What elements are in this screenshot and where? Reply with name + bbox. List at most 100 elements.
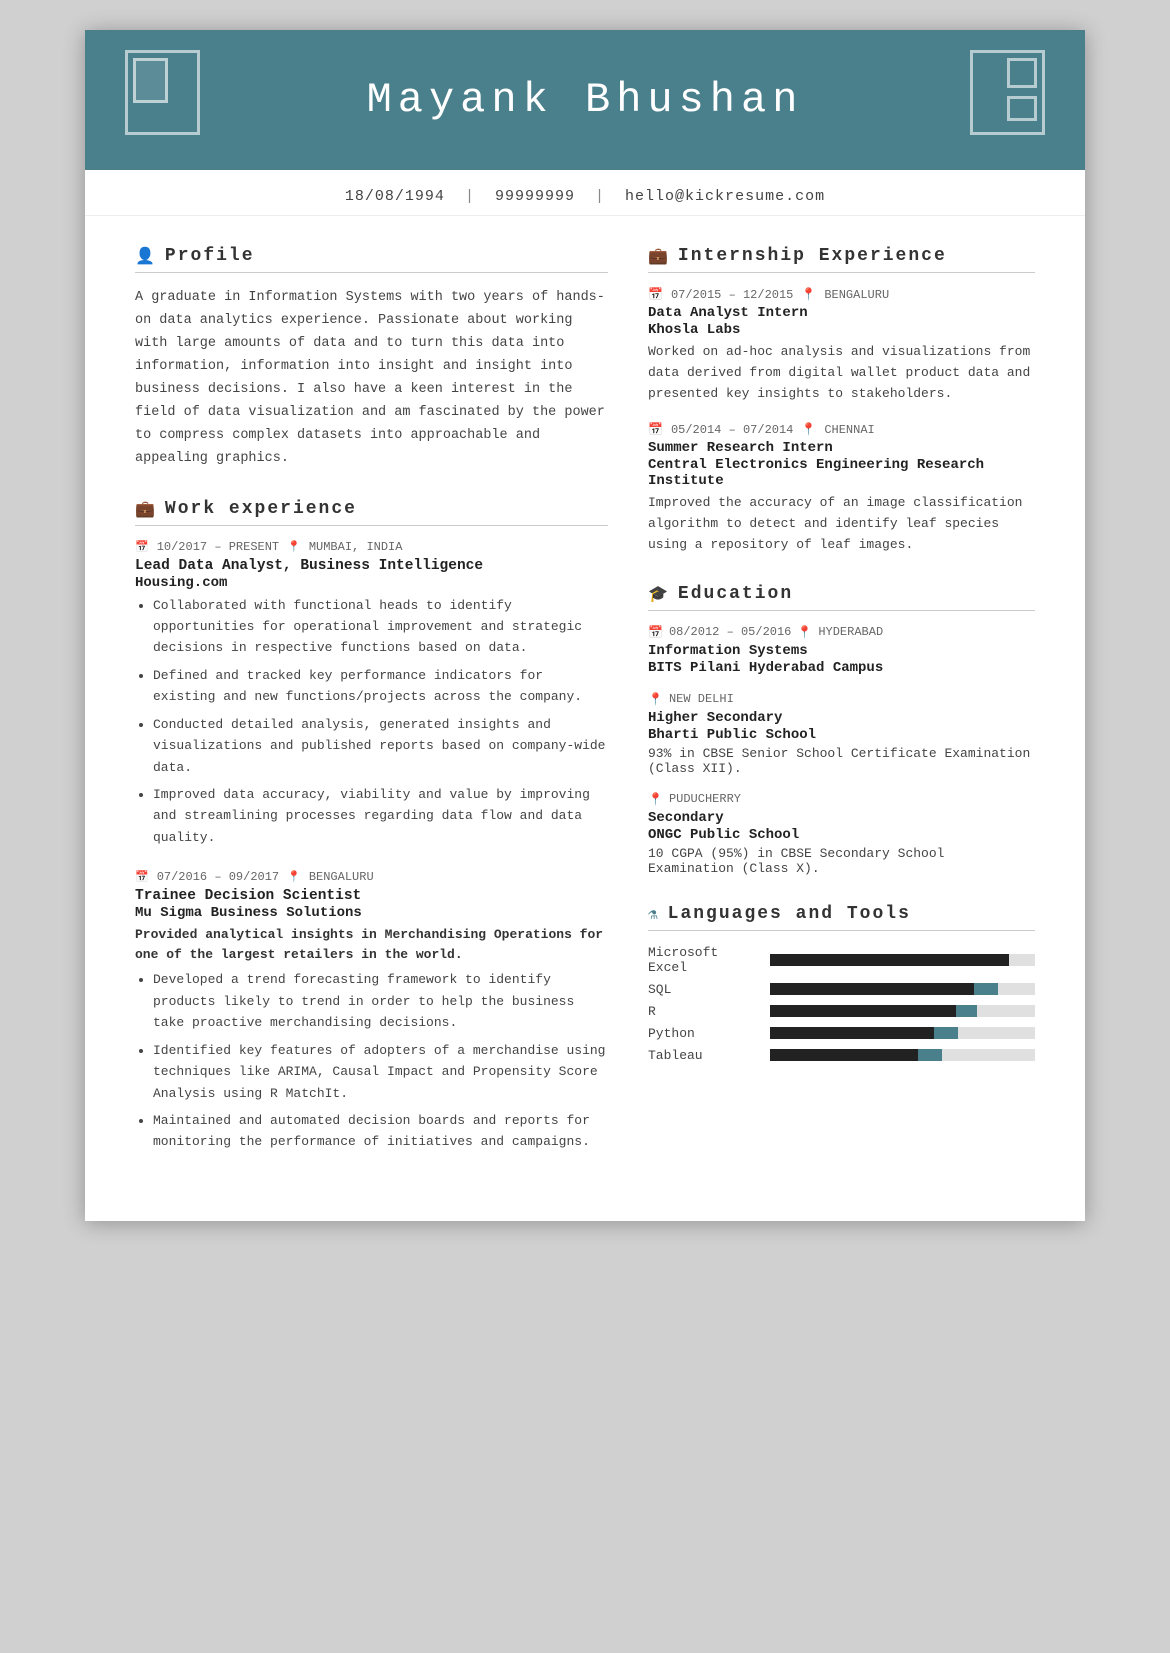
resume-header: Mayank Bhushan bbox=[85, 30, 1085, 170]
job-1-title: Lead Data Analyst, Business Intelligence bbox=[135, 558, 608, 574]
work-experience-section: 💼 Work experience 📅 10/2017 – PRESENT 📍 … bbox=[135, 499, 608, 1153]
profile-section-label: Profile bbox=[165, 246, 255, 266]
skills-section-header: ⚗ Languages and Tools bbox=[648, 904, 1035, 931]
calendar-icon-int1: 📅 bbox=[648, 287, 663, 302]
job-2-bullet-2: Identified key features of adopters of a… bbox=[153, 1040, 608, 1104]
edu-1-location: HYDERABAD bbox=[818, 625, 883, 639]
skill-tableau-accent bbox=[918, 1049, 942, 1061]
skill-sql: SQL bbox=[648, 982, 1035, 997]
skill-python-name: Python bbox=[648, 1026, 758, 1041]
calendar-icon-int2: 📅 bbox=[648, 422, 663, 437]
skill-excel-fill bbox=[770, 954, 1009, 966]
edu-3-location: PUDUCHERRY bbox=[669, 792, 741, 806]
location-icon-1: 📍 bbox=[287, 540, 301, 554]
skills-icon: ⚗ bbox=[648, 904, 660, 924]
skill-r: R bbox=[648, 1004, 1035, 1019]
internship-1-org: Khosla Labs bbox=[648, 322, 1035, 338]
work-icon: 💼 bbox=[135, 499, 157, 519]
job-1-meta: 📅 10/2017 – PRESENT 📍 MUMBAI, INDIA bbox=[135, 540, 608, 554]
internship-1-location: BENGALURU bbox=[824, 288, 889, 302]
edu-1-school: BITS Pilani Hyderabad Campus bbox=[648, 660, 1035, 676]
location-icon-edu2: 📍 bbox=[648, 692, 663, 707]
job-2-location: BENGALURU bbox=[309, 870, 374, 884]
skills-section-label: Languages and Tools bbox=[668, 904, 911, 924]
job-2-date: 07/2016 – 09/2017 bbox=[157, 870, 279, 884]
internship-1: 📅 07/2015 – 12/2015 📍 BENGALURU Data Ana… bbox=[648, 287, 1035, 404]
skill-excel-name: Microsoft Excel bbox=[648, 945, 758, 975]
skill-tableau-fill bbox=[770, 1049, 918, 1061]
edu-3-school: ONGC Public School bbox=[648, 827, 1035, 843]
skill-tableau: Tableau bbox=[648, 1048, 1035, 1063]
separator2: | bbox=[595, 188, 605, 205]
internship-2-meta: 📅 05/2014 – 07/2014 📍 CHENNAI bbox=[648, 422, 1035, 437]
edu-2-location: NEW DELHI bbox=[669, 692, 734, 706]
internship-section-label: Internship Experience bbox=[678, 246, 947, 266]
internship-2-location: CHENNAI bbox=[824, 423, 874, 437]
skill-sql-bar bbox=[770, 983, 1035, 995]
job-1-company: Housing.com bbox=[135, 575, 608, 591]
job-2-desc-bold: Provided analytical insights in Merchand… bbox=[135, 925, 608, 964]
job-1-bullet-3: Conducted detailed analysis, generated i… bbox=[153, 714, 608, 778]
skill-r-fill bbox=[770, 1005, 956, 1017]
job-2-bullet-3: Maintained and automated decision boards… bbox=[153, 1110, 608, 1153]
job-1-date: 10/2017 – PRESENT bbox=[157, 540, 279, 554]
internship-1-meta: 📅 07/2015 – 12/2015 📍 BENGALURU bbox=[648, 287, 1035, 302]
internship-2: 📅 05/2014 – 07/2014 📍 CHENNAI Summer Res… bbox=[648, 422, 1035, 555]
edu-3: 📍 PUDUCHERRY Secondary ONGC Public Schoo… bbox=[648, 792, 1035, 876]
location-icon-int1: 📍 bbox=[801, 287, 816, 302]
internship-section: 💼 Internship Experience 📅 07/2015 – 12/2… bbox=[648, 246, 1035, 556]
edu-1-date: 08/2012 – 05/2016 bbox=[669, 625, 791, 639]
education-section: 🎓 Education 📅 08/2012 – 05/2016 📍 HYDERA… bbox=[648, 584, 1035, 876]
skill-sql-name: SQL bbox=[648, 982, 758, 997]
work-section-header: 💼 Work experience bbox=[135, 499, 608, 526]
job-1-bullet-4: Improved data accuracy, viability and va… bbox=[153, 784, 608, 848]
skill-excel: Microsoft Excel bbox=[648, 945, 1035, 975]
internship-icon: 💼 bbox=[648, 246, 670, 266]
location-icon-2: 📍 bbox=[287, 870, 301, 884]
separator1: | bbox=[465, 188, 475, 205]
internship-2-title: Summer Research Intern bbox=[648, 440, 1035, 456]
internship-2-desc: Improved the accuracy of an image classi… bbox=[648, 493, 1035, 555]
skills-section: ⚗ Languages and Tools Microsoft Excel SQ… bbox=[648, 904, 1035, 1063]
candidate-name: Mayank Bhushan bbox=[367, 76, 804, 124]
skill-python-accent bbox=[934, 1027, 958, 1039]
contact-bar: 18/08/1994 | 99999999 | hello@kickresume… bbox=[85, 170, 1085, 216]
edu-2-meta: 📍 NEW DELHI bbox=[648, 692, 1035, 707]
internship-section-header: 💼 Internship Experience bbox=[648, 246, 1035, 273]
job-2-company: Mu Sigma Business Solutions bbox=[135, 905, 608, 921]
job-1-bullet-1: Collaborated with functional heads to id… bbox=[153, 595, 608, 659]
skill-tableau-bar bbox=[770, 1049, 1035, 1061]
skill-r-name: R bbox=[648, 1004, 758, 1019]
profile-icon: 👤 bbox=[135, 246, 157, 266]
job-2-bullet-1: Developed a trend forecasting framework … bbox=[153, 969, 608, 1033]
internship-2-org: Central Electronics Engineering Research… bbox=[648, 457, 1035, 489]
edu-1: 📅 08/2012 – 05/2016 📍 HYDERABAD Informat… bbox=[648, 625, 1035, 676]
job-2-title: Trainee Decision Scientist bbox=[135, 888, 608, 904]
profile-section-header: 👤 Profile bbox=[135, 246, 608, 273]
skill-python-bar bbox=[770, 1027, 1035, 1039]
job-1-bullet-2: Defined and tracked key performance indi… bbox=[153, 665, 608, 708]
job-1-location: MUMBAI, INDIA bbox=[309, 540, 403, 554]
edu-3-degree: Secondary bbox=[648, 810, 1035, 826]
internship-1-title: Data Analyst Intern bbox=[648, 305, 1035, 321]
job-1: 📅 10/2017 – PRESENT 📍 MUMBAI, INDIA Lead… bbox=[135, 540, 608, 849]
internship-1-date: 07/2015 – 12/2015 bbox=[671, 288, 793, 302]
skill-python-fill bbox=[770, 1027, 934, 1039]
skill-tableau-name: Tableau bbox=[648, 1048, 758, 1063]
skill-sql-fill bbox=[770, 983, 974, 995]
location-icon-int2: 📍 bbox=[801, 422, 816, 437]
edu-2: 📍 NEW DELHI Higher Secondary Bharti Publ… bbox=[648, 692, 1035, 776]
left-column: 👤 Profile A graduate in Information Syst… bbox=[135, 246, 608, 1181]
skill-r-bar bbox=[770, 1005, 1035, 1017]
profile-section: 👤 Profile A graduate in Information Syst… bbox=[135, 246, 608, 471]
edu-3-meta: 📍 PUDUCHERRY bbox=[648, 792, 1035, 807]
calendar-icon-1: 📅 bbox=[135, 540, 149, 554]
resume-container: Mayank Bhushan 18/08/1994 | 99999999 | h… bbox=[85, 30, 1085, 1221]
skill-r-accent bbox=[956, 1005, 977, 1017]
main-content: 👤 Profile A graduate in Information Syst… bbox=[85, 216, 1085, 1221]
phone: 99999999 bbox=[495, 188, 575, 205]
edu-1-degree: Information Systems bbox=[648, 643, 1035, 659]
calendar-icon-2: 📅 bbox=[135, 870, 149, 884]
skill-excel-bar bbox=[770, 954, 1035, 966]
header-decoration-left bbox=[125, 50, 205, 140]
